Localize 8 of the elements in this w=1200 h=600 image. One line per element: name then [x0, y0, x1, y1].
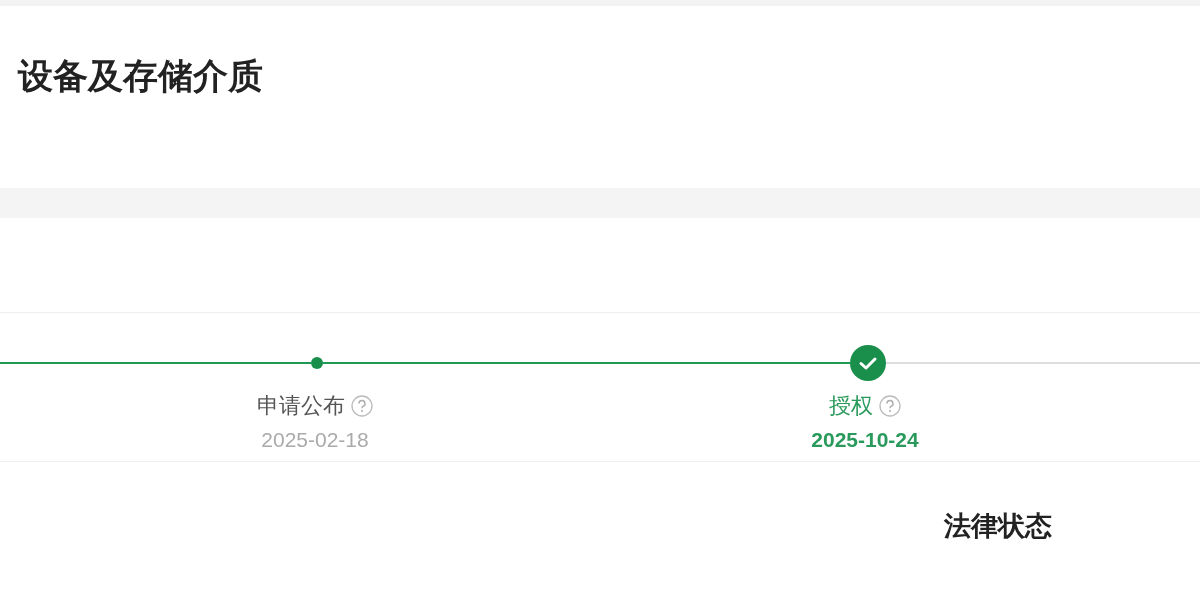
step-label: 申请公布: [257, 392, 345, 420]
step-date: 2025-02-18: [261, 427, 369, 453]
step-label: 授权: [829, 392, 873, 420]
help-icon[interactable]: [879, 395, 901, 417]
page-title: 设备及存储介质: [18, 55, 264, 98]
help-icon[interactable]: [351, 395, 373, 417]
section-heading: 法律状态: [944, 509, 1052, 543]
step-date: 2025-10-24: [811, 427, 919, 453]
